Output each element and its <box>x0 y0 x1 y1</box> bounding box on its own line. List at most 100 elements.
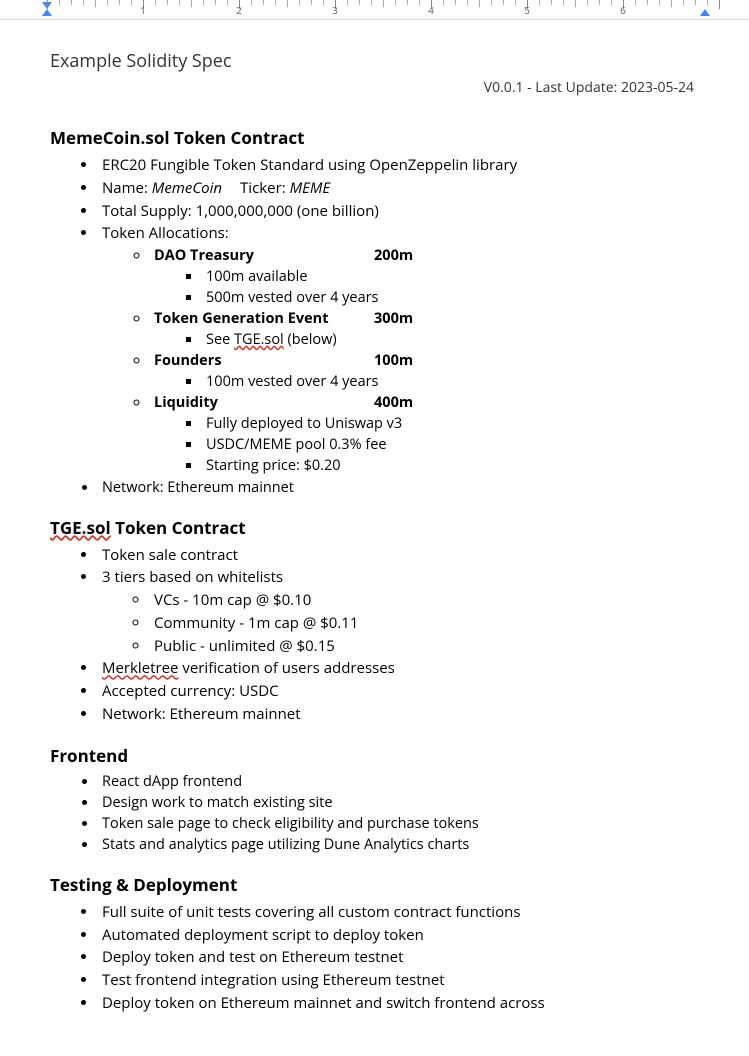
list-item: Automated deployment script to deploy to… <box>98 925 694 947</box>
list-item: React dApp frontend <box>98 772 694 792</box>
list-item: Stats and analytics page utilizing Dune … <box>98 835 694 855</box>
list-item: Liquidity400m Fully deployed to Uniswap … <box>150 393 694 476</box>
list-item: 500m vested over 4 years <box>202 288 694 308</box>
ruler-tick <box>455 0 456 5</box>
heading-tge: TGE.sol Token Contract <box>50 516 694 541</box>
text: Token Allocations: <box>102 223 229 243</box>
ruler-number: 1 <box>140 3 146 18</box>
heading-memecoin: MemeCoin.sol Token Contract <box>50 126 694 151</box>
allocations-list: DAO Treasury200m 100m available 500m ves… <box>102 246 694 476</box>
alloc-name: DAO Treasury <box>154 246 374 266</box>
ruler-tick <box>203 0 204 5</box>
ruler-tick <box>719 0 720 9</box>
alloc-amount: 400m <box>374 393 413 412</box>
ruler-tick <box>191 0 192 7</box>
ruler-tick <box>215 0 216 5</box>
heading-testing: Testing & Deployment <box>50 873 694 898</box>
token-name: MemeCoin <box>152 178 222 198</box>
ruler-tick <box>275 0 276 5</box>
list-item: 3 tiers based on whitelists VCs - 10m ca… <box>98 567 694 657</box>
ruler-tick <box>323 0 324 5</box>
left-indent-marker[interactable] <box>42 9 52 16</box>
ruler-tick <box>155 0 156 5</box>
alloc-sublist: 100m vested over 4 years <box>154 372 694 392</box>
ruler-tick <box>179 0 180 5</box>
ruler-tick <box>359 0 360 5</box>
text: verification of users addresses <box>178 658 394 678</box>
ruler-tick <box>635 0 636 5</box>
ruler-tick <box>227 0 228 5</box>
ruler-tick <box>647 0 648 5</box>
alloc-amount: 300m <box>374 309 413 328</box>
ruler-tick <box>287 0 288 7</box>
list-item: Public - unlimited @ $0.15 <box>150 636 694 658</box>
right-indent-marker[interactable] <box>700 9 710 16</box>
list-item: Token sale page to check eligibility and… <box>98 814 694 834</box>
ruler-tick <box>407 0 408 5</box>
alloc-sublist: Fully deployed to Uniswap v3 USDC/MEME p… <box>154 414 694 476</box>
text: Token Contract <box>111 516 246 539</box>
list-item: 100m vested over 4 years <box>202 372 694 392</box>
document-page: Example Solidity Spec V0.0.1 - Last Upda… <box>0 20 749 1056</box>
list-item: Test frontend integration using Ethereum… <box>98 970 694 992</box>
alloc-name: Token Generation Event <box>154 309 374 329</box>
list-item: Accepted currency: USDC <box>98 681 694 703</box>
ruler-tick <box>515 0 516 5</box>
memecoin-list: ERC20 Fungible Token Standard using Open… <box>50 155 694 498</box>
list-item: Token Allocations: DAO Treasury200m 100m… <box>98 223 694 476</box>
list-item: Token sale contract <box>98 545 694 567</box>
ruler-tick <box>587 0 588 5</box>
ruler-tick <box>395 0 396 5</box>
ruler-tick <box>419 0 420 5</box>
ruler-tick <box>659 0 660 5</box>
ruler-tick <box>563 0 564 5</box>
list-item: See TGE.sol (below) <box>202 330 694 350</box>
text: 3 tiers based on whitelists <box>102 567 283 587</box>
tge-list: Token sale contract 3 tiers based on whi… <box>50 545 694 726</box>
text: See <box>206 330 234 349</box>
spellcheck-flagged: TGE.sol <box>50 516 111 539</box>
list-item: Merkletree verification of users address… <box>98 658 694 680</box>
ruler-number: 2 <box>236 3 242 18</box>
testing-list: Full suite of unit tests covering all cu… <box>50 902 694 1015</box>
list-item: DAO Treasury200m 100m available 500m ves… <box>150 246 694 308</box>
list-item: Deploy token on Ethereum mainnet and swi… <box>98 993 694 1015</box>
ruler-tick <box>599 0 600 5</box>
frontend-list: React dApp frontend Design work to match… <box>50 772 694 855</box>
alloc-name: Founders <box>154 351 374 371</box>
token-ticker: MEME <box>290 178 331 198</box>
list-item: Community - 1m cap @ $0.11 <box>150 613 694 635</box>
ruler-tick <box>683 0 684 5</box>
list-item: Network: Ethereum mainnet <box>98 704 694 726</box>
ruler-tick <box>83 0 84 5</box>
heading-frontend: Frontend <box>50 744 694 769</box>
list-item: Name: MemeCoinTicker: MEME <box>98 178 694 200</box>
list-item: Network: Ethereum mainnet <box>98 477 694 498</box>
list-item: Fully deployed to Uniswap v3 <box>202 414 694 434</box>
alloc-amount: 200m <box>374 246 413 265</box>
ruler-tick <box>707 0 708 5</box>
ruler-tick <box>347 0 348 5</box>
list-item: Design work to match existing site <box>98 793 694 813</box>
list-item: USDC/MEME pool 0.3% fee <box>202 435 694 455</box>
ruler-tick <box>371 0 372 5</box>
document-ruler[interactable]: 123456 <box>0 0 749 20</box>
list-item: ERC20 Fungible Token Standard using Open… <box>98 155 694 177</box>
ruler-number: 6 <box>620 3 626 18</box>
spellcheck-flagged: Merkletree <box>102 658 178 678</box>
ruler-tick <box>107 0 108 5</box>
ruler-tick <box>383 0 384 7</box>
version-info: V0.0.1 - Last Update: 2023-05-24 <box>50 78 694 98</box>
ruler-tick <box>167 0 168 5</box>
ruler-tick <box>47 0 48 9</box>
ruler-tick <box>695 0 696 5</box>
ruler-tick <box>539 0 540 5</box>
tiers-list: VCs - 10m cap @ $0.10 Community - 1m cap… <box>102 590 694 657</box>
alloc-sublist: See TGE.sol (below) <box>154 330 694 350</box>
list-item: VCs - 10m cap @ $0.10 <box>150 590 694 612</box>
ruler-tick <box>119 0 120 5</box>
list-item: Full suite of unit tests covering all cu… <box>98 902 694 924</box>
text: Name: <box>102 178 152 198</box>
ruler-tick <box>671 0 672 7</box>
ruler-tick <box>311 0 312 5</box>
